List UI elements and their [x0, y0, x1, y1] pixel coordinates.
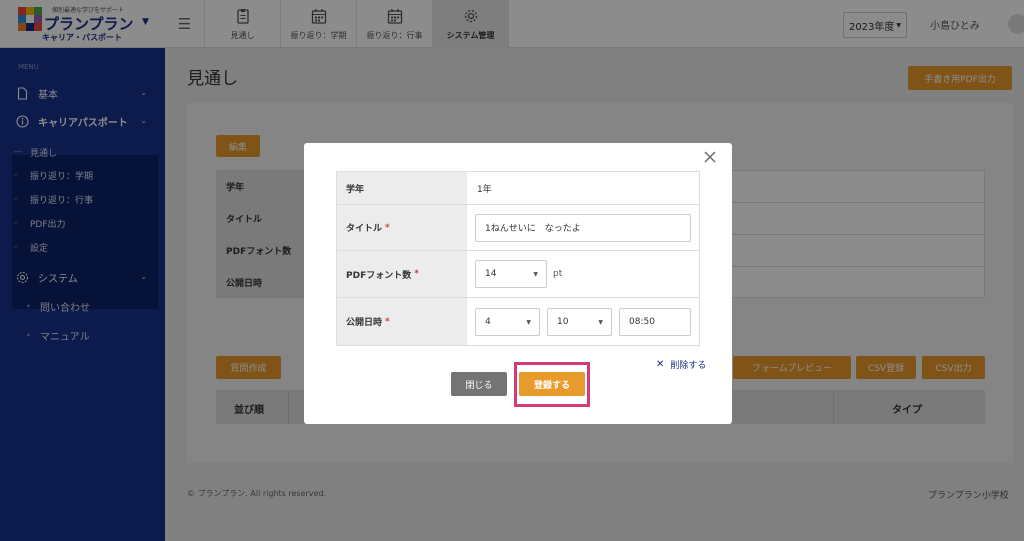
- close-icon: ✕: [656, 359, 665, 370]
- form-row-font: PDFフォント数 * 14 ▼ pt: [337, 251, 699, 298]
- form-label: 学年: [337, 172, 467, 204]
- grade-value-text: 1年: [477, 184, 492, 195]
- grade-value: 1年: [467, 172, 699, 204]
- publish-month-select[interactable]: 4 ▼: [475, 307, 540, 336]
- form-label-text: タイトル: [346, 224, 383, 234]
- required-mark: *: [414, 269, 419, 279]
- form-cell: 4 ▼ 10 ▼ 08:50: [467, 298, 699, 345]
- form-label-text: 学年: [346, 184, 365, 195]
- title-input-value: 1ねんせいに なったよ: [485, 224, 581, 234]
- delete-link[interactable]: ✕ 削除する: [656, 358, 706, 371]
- close-icon[interactable]: [703, 150, 717, 164]
- edit-modal: 学年 1年 タイトル * 1ねんせいに なったよ PDFフォント数 * 14 ▼ pt …: [304, 143, 732, 424]
- required-mark: *: [385, 316, 390, 327]
- publish-day-select[interactable]: 10 ▼: [547, 307, 612, 336]
- form-row-publish: 公開日時 * 4 ▼ 10 ▼ 08:50: [337, 298, 699, 345]
- form-cell: 14 ▼ pt: [467, 251, 699, 297]
- font-size-select[interactable]: 14 ▼: [475, 260, 547, 288]
- register-button[interactable]: 登録する: [519, 372, 585, 396]
- form-label-text: PDFフォント数: [346, 270, 412, 281]
- chevron-down-icon: ▼: [533, 271, 538, 278]
- publish-day-value: 10: [557, 316, 569, 327]
- publish-time-input[interactable]: 08:50: [619, 307, 691, 336]
- edit-form-table: 学年 1年 タイトル * 1ねんせいに なったよ PDFフォント数 * 14 ▼ pt …: [336, 171, 700, 346]
- chevron-down-icon: ▼: [598, 318, 603, 326]
- form-label-text: 公開日時: [346, 318, 383, 328]
- form-label: タイトル *: [337, 205, 467, 250]
- delete-link-label: 削除する: [670, 361, 707, 371]
- required-mark: *: [385, 222, 390, 233]
- form-label: PDFフォント数 *: [337, 251, 467, 297]
- title-input[interactable]: 1ねんせいに なったよ: [475, 213, 691, 242]
- close-button[interactable]: 閉じる: [451, 372, 507, 396]
- form-cell: 1ねんせいに なったよ: [467, 205, 699, 250]
- form-row-grade: 学年 1年: [337, 172, 699, 205]
- chevron-down-icon: ▼: [526, 318, 531, 326]
- font-size-value: 14: [485, 269, 497, 279]
- publish-month-value: 4: [485, 316, 491, 327]
- publish-time-value: 08:50: [629, 316, 655, 327]
- font-size-unit: pt: [553, 269, 563, 279]
- form-row-title: タイトル * 1ねんせいに なったよ: [337, 205, 699, 251]
- form-label: 公開日時 *: [337, 298, 467, 345]
